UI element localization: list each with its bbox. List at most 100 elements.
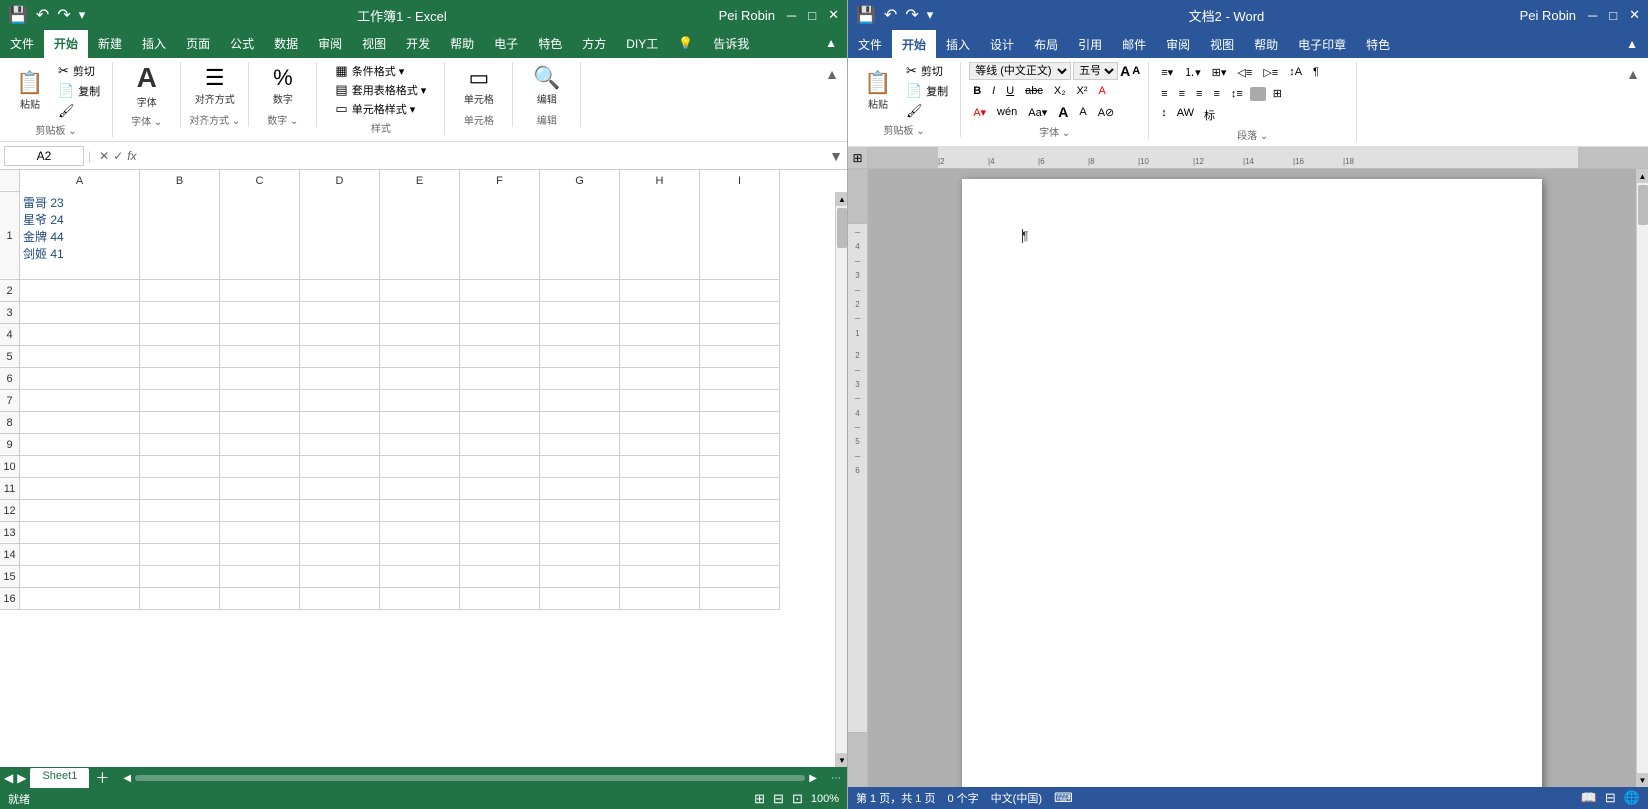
excel-cell-C13[interactable]	[220, 522, 300, 544]
excel-tab-expand[interactable]: ▲	[815, 30, 847, 58]
excel-cell-C14[interactable]	[220, 544, 300, 566]
excel-cell-I16[interactable]	[700, 588, 780, 610]
excel-cell-E14[interactable]	[380, 544, 460, 566]
excel-cell-B11[interactable]	[140, 478, 220, 500]
excel-row-13[interactable]: 13	[0, 522, 20, 544]
excel-undo-btn[interactable]: ↶	[36, 5, 49, 25]
word-multilevel-list-btn[interactable]: ⊞▾	[1208, 64, 1231, 81]
excel-scroll-track[interactable]	[836, 206, 847, 753]
word-indent-increase-btn[interactable]: ▷≡	[1259, 64, 1282, 81]
excel-cell-D1[interactable]	[300, 192, 380, 280]
word-strikethrough-btn[interactable]: abc	[1021, 83, 1047, 99]
excel-cell-F8[interactable]	[460, 412, 540, 434]
excel-sheet-next-btn[interactable]: ▶	[17, 771, 26, 785]
excel-cell-A14[interactable]	[20, 544, 140, 566]
excel-copy-btn[interactable]: 📄复制	[54, 82, 104, 100]
excel-cell-B10[interactable]	[140, 456, 220, 478]
word-scroll-thumb[interactable]	[1638, 185, 1648, 225]
excel-col-C[interactable]: C	[220, 170, 300, 192]
word-shading-btn[interactable]	[1250, 87, 1266, 101]
excel-tab-new[interactable]: 新建	[88, 30, 132, 58]
excel-cell-G6[interactable]	[540, 368, 620, 390]
word-bold-btn[interactable]: B	[969, 83, 985, 99]
excel-cell-I5[interactable]	[700, 346, 780, 368]
excel-customize-btn[interactable]: ▾	[79, 7, 86, 23]
excel-row-4[interactable]: 4	[0, 324, 20, 346]
excel-cell-I9[interactable]	[700, 434, 780, 456]
excel-cell-H3[interactable]	[620, 302, 700, 324]
word-tab-mail[interactable]: 邮件	[1112, 30, 1156, 58]
word-font-selector[interactable]: 等线 (中文正文)	[969, 62, 1071, 80]
excel-cell-G2[interactable]	[540, 280, 620, 302]
excel-cell-A2[interactable]	[20, 280, 140, 302]
excel-cell-D8[interactable]	[300, 412, 380, 434]
excel-tab-file[interactable]: 文件	[0, 30, 44, 58]
word-web-view-btn[interactable]: 🌐	[1624, 790, 1640, 806]
excel-tab-data[interactable]: 数据	[264, 30, 308, 58]
word-tab-ref[interactable]: 引用	[1068, 30, 1112, 58]
excel-cell-A10[interactable]	[20, 456, 140, 478]
word-font-shrink-btn[interactable]: A	[1132, 65, 1140, 77]
excel-cell-I4[interactable]	[700, 324, 780, 346]
excel-row-6[interactable]: 6	[0, 368, 20, 390]
excel-cell-I2[interactable]	[700, 280, 780, 302]
excel-cell-H16[interactable]	[620, 588, 700, 610]
excel-tab-diy[interactable]: DIY工	[616, 30, 668, 58]
word-aa-btn[interactable]: Aa▾	[1024, 104, 1051, 121]
excel-cell-H12[interactable]	[620, 500, 700, 522]
excel-redo-btn[interactable]: ↷	[57, 5, 70, 25]
excel-cell-C1[interactable]	[220, 192, 300, 280]
excel-cell-E3[interactable]	[380, 302, 460, 324]
excel-font-btn[interactable]: A 字体	[129, 62, 165, 111]
excel-cell-H14[interactable]	[620, 544, 700, 566]
excel-cell-B7[interactable]	[140, 390, 220, 412]
excel-cell-A1[interactable]: 雷哥 23 星爷 24 金牌 44 剑姬 41	[20, 192, 140, 280]
excel-row-2[interactable]: 2	[0, 280, 20, 302]
excel-cell-F1[interactable]	[460, 192, 540, 280]
excel-cell-D11[interactable]	[300, 478, 380, 500]
excel-tab-formula[interactable]: 公式	[220, 30, 264, 58]
word-tab-expand[interactable]: ▲	[1616, 30, 1648, 58]
excel-cell-F16[interactable]	[460, 588, 540, 610]
excel-cell-E12[interactable]	[380, 500, 460, 522]
excel-cell-D2[interactable]	[300, 280, 380, 302]
excel-cell-D16[interactable]	[300, 588, 380, 610]
excel-cell-C10[interactable]	[220, 456, 300, 478]
excel-cell-F2[interactable]	[460, 280, 540, 302]
excel-confirm-formula-btn[interactable]: ✓	[113, 149, 123, 163]
excel-number-btn[interactable]: % 数字	[265, 62, 301, 110]
excel-cell-C5[interactable]	[220, 346, 300, 368]
excel-cell-H8[interactable]	[620, 412, 700, 434]
excel-cell-D7[interactable]	[300, 390, 380, 412]
word-italic-btn[interactable]: I	[988, 83, 999, 99]
word-tab-layout[interactable]: 布局	[1024, 30, 1068, 58]
excel-row-7[interactable]: 7	[0, 390, 20, 412]
excel-cell-I13[interactable]	[700, 522, 780, 544]
excel-cell-style-btn[interactable]: ▭单元格样式 ▾	[331, 100, 430, 118]
word-aa3-btn[interactable]: A	[1075, 104, 1090, 120]
excel-cell-C15[interactable]	[220, 566, 300, 588]
excel-cell-I11[interactable]	[700, 478, 780, 500]
excel-col-I[interactable]: I	[700, 170, 780, 192]
excel-cell-A4[interactable]	[20, 324, 140, 346]
excel-cell-D15[interactable]	[300, 566, 380, 588]
word-font-size-selector[interactable]: 五号	[1073, 62, 1118, 80]
excel-cell-B5[interactable]	[140, 346, 220, 368]
word-cn-en-spacing-btn[interactable]: AW	[1173, 105, 1198, 125]
excel-tab-page[interactable]: 页面	[176, 30, 220, 58]
excel-cell-C2[interactable]	[220, 280, 300, 302]
excel-tab-ff[interactable]: 方方	[572, 30, 616, 58]
excel-cell-G14[interactable]	[540, 544, 620, 566]
excel-more-sheets-btn[interactable]: ⋯	[825, 773, 847, 784]
excel-row-3[interactable]: 3	[0, 302, 20, 324]
excel-cell-B6[interactable]	[140, 368, 220, 390]
word-cut-btn[interactable]: ✂剪切	[902, 62, 952, 80]
excel-cell-E5[interactable]	[380, 346, 460, 368]
excel-cell-B2[interactable]	[140, 280, 220, 302]
word-bullet-list-btn[interactable]: ≡▾	[1157, 64, 1177, 81]
excel-scroll-thumb[interactable]	[837, 208, 847, 248]
excel-cell-B15[interactable]	[140, 566, 220, 588]
word-copy-btn[interactable]: 📄复制	[902, 82, 952, 100]
excel-tab-review[interactable]: 审阅	[308, 30, 352, 58]
word-superscript-btn[interactable]: X²	[1073, 83, 1092, 99]
